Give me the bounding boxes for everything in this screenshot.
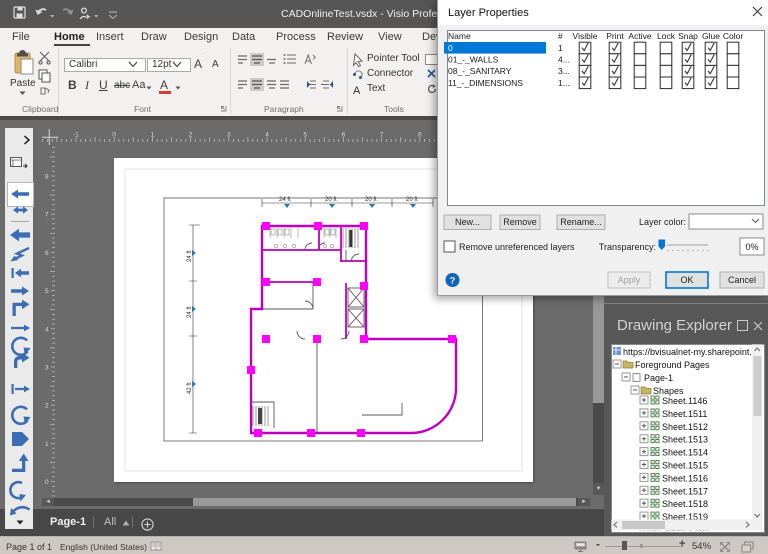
- svg-text:6: 6: [45, 250, 49, 257]
- svg-text:1: 1: [558, 43, 563, 53]
- svg-text:Lock: Lock: [657, 31, 676, 41]
- svg-text:20 ft: 20 ft: [365, 197, 377, 203]
- svg-text:Active: Active: [628, 31, 651, 41]
- svg-text:Sheet.1512: Sheet.1512: [662, 422, 708, 432]
- svg-text:Sheet.1514: Sheet.1514: [662, 448, 708, 458]
- svg-text:4: 4: [45, 326, 49, 333]
- svg-text:24 ft: 24 ft: [279, 197, 291, 203]
- svg-text:01_-_WALLS: 01_-_WALLS: [448, 55, 499, 65]
- svg-text:0: 0: [448, 43, 453, 53]
- svg-text:3...: 3...: [558, 66, 570, 76]
- svg-text:4...: 4...: [558, 55, 570, 65]
- svg-text:Sheet.1517: Sheet.1517: [662, 486, 708, 496]
- svg-text:7: 7: [45, 212, 49, 219]
- svg-text:24 ft: 24 ft: [187, 250, 193, 262]
- svg-text:Snap: Snap: [678, 31, 698, 41]
- svg-text:Layer color:: Layer color:: [639, 217, 686, 227]
- svg-text:Remove: Remove: [503, 217, 537, 227]
- svg-text:0%: 0%: [745, 242, 758, 252]
- svg-text:Page-1: Page-1: [644, 373, 673, 383]
- svg-text:?: ?: [450, 276, 456, 286]
- svg-text:42 ft: 42 ft: [187, 382, 193, 394]
- svg-text:3: 3: [45, 365, 49, 372]
- svg-text:Transparency:: Transparency:: [599, 242, 656, 252]
- svg-text:New...: New...: [455, 217, 480, 227]
- svg-text:OK: OK: [680, 275, 693, 285]
- svg-text:https://bvisualnet-my.sharepoi: https://bvisualnet-my.sharepoint.: [623, 347, 752, 357]
- svg-text:Rename...: Rename...: [560, 217, 602, 227]
- svg-text:Sheet.1515: Sheet.1515: [662, 461, 708, 471]
- svg-text:Cancel: Cancel: [728, 275, 756, 285]
- svg-text:Sheet.1146: Sheet.1146: [662, 396, 707, 406]
- svg-text:Apply: Apply: [618, 275, 641, 285]
- svg-text:Visible: Visible: [573, 31, 598, 41]
- svg-text:Foreground Pages: Foreground Pages: [635, 360, 710, 370]
- svg-text:20 ft: 20 ft: [325, 197, 337, 203]
- svg-text:Glue: Glue: [702, 31, 720, 41]
- svg-text:1: 1: [45, 441, 49, 448]
- svg-text:Sheet.1518: Sheet.1518: [662, 499, 708, 509]
- svg-text:8: 8: [45, 174, 49, 181]
- svg-text:Sheet.1511: Sheet.1511: [662, 409, 707, 419]
- svg-text:Print: Print: [606, 31, 624, 41]
- svg-text:1...: 1...: [558, 78, 570, 88]
- svg-text:#: #: [558, 31, 563, 41]
- svg-text:A: A: [353, 85, 361, 97]
- svg-text:11_-_DIMENSIONS: 11_-_DIMENSIONS: [448, 78, 523, 88]
- svg-text:Name: Name: [448, 31, 471, 41]
- svg-text:Shapes: Shapes: [653, 386, 684, 396]
- svg-text:20 ft: 20 ft: [406, 197, 418, 203]
- svg-text:Color: Color: [723, 31, 743, 41]
- svg-text:5: 5: [45, 288, 49, 295]
- svg-text:2: 2: [45, 403, 49, 410]
- svg-text:0: 0: [45, 479, 49, 486]
- svg-text:Sheet.1516: Sheet.1516: [662, 473, 708, 483]
- svg-text:24 ft: 24 ft: [187, 306, 193, 318]
- svg-text:Sheet.1513: Sheet.1513: [662, 435, 708, 445]
- svg-text:Remove unreferenced layers: Remove unreferenced layers: [459, 242, 575, 252]
- svg-text:08_-_SANITARY: 08_-_SANITARY: [448, 66, 512, 76]
